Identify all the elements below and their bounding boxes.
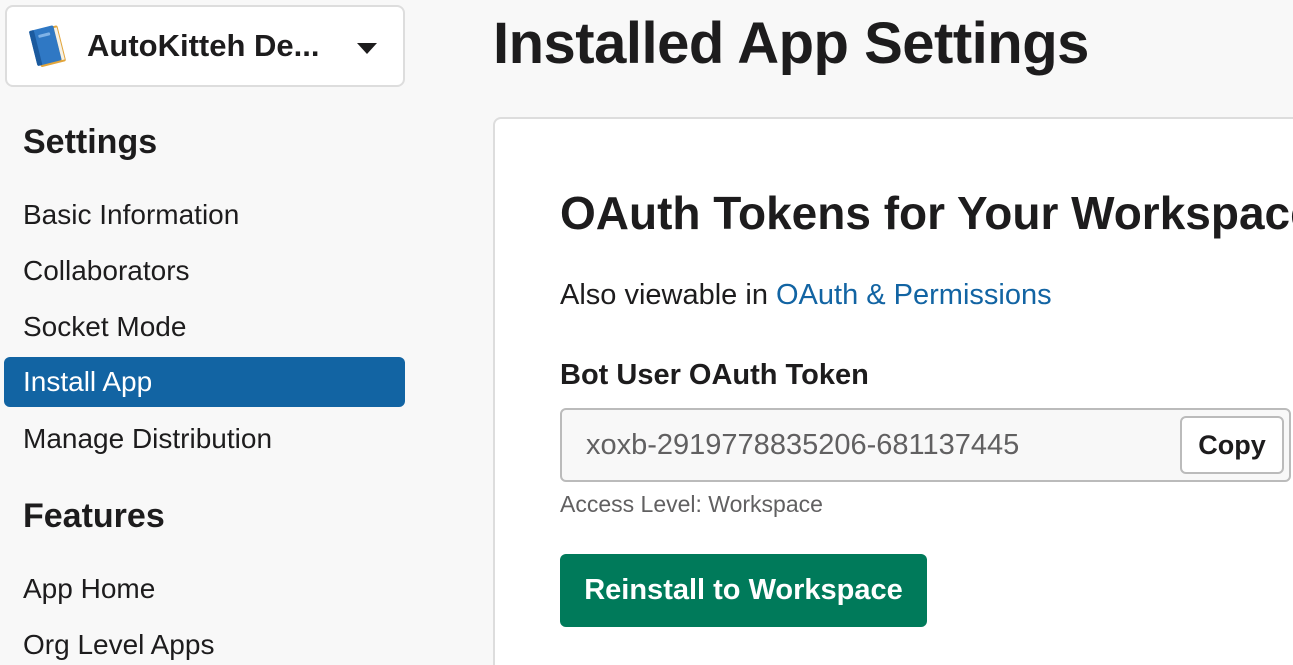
app-name: AutoKitteh De...: [87, 28, 320, 63]
copy-button[interactable]: Copy: [1180, 416, 1284, 474]
sidebar-item-collaborators[interactable]: Collaborators: [4, 246, 405, 296]
sidebar-item-manage-distribution[interactable]: Manage Distribution: [4, 414, 405, 464]
oauth-permissions-link[interactable]: OAuth & Permissions: [776, 279, 1052, 311]
bot-token-input[interactable]: [562, 410, 1172, 480]
viewable-prefix: Also viewable in: [560, 279, 776, 311]
section-title-features: Features: [23, 497, 165, 535]
app-switcher[interactable]: AutoKitteh De...: [5, 5, 405, 87]
sidebar-item-app-home[interactable]: App Home: [4, 564, 405, 614]
oauth-tokens-card: OAuth Tokens for Your Workspace Also vie…: [493, 117, 1293, 665]
access-level: Access Level: Workspace: [560, 491, 823, 517]
sidebar-item-org-level-apps[interactable]: Org Level Apps: [4, 620, 405, 665]
sidebar: AutoKitteh De... Settings Basic Informat…: [0, 0, 410, 665]
card-heading: OAuth Tokens for Your Workspace: [560, 187, 1293, 239]
sidebar-item-basic-information[interactable]: Basic Information: [4, 190, 405, 240]
page-title: Installed App Settings: [493, 11, 1089, 76]
section-title-settings: Settings: [23, 123, 158, 161]
viewable-note: Also viewable in OAuth & Permissions: [560, 279, 1052, 312]
page: AutoKitteh De... Settings Basic Informat…: [0, 0, 1293, 665]
caret-down-icon[interactable]: [357, 43, 377, 54]
blue-book-icon: [29, 25, 66, 67]
sidebar-item-install-app[interactable]: Install App: [4, 357, 405, 407]
reinstall-button[interactable]: Reinstall to Workspace: [560, 554, 927, 627]
token-label: Bot User OAuth Token: [560, 359, 869, 391]
token-field-container: Copy: [560, 408, 1291, 482]
sidebar-item-socket-mode[interactable]: Socket Mode: [4, 302, 405, 352]
